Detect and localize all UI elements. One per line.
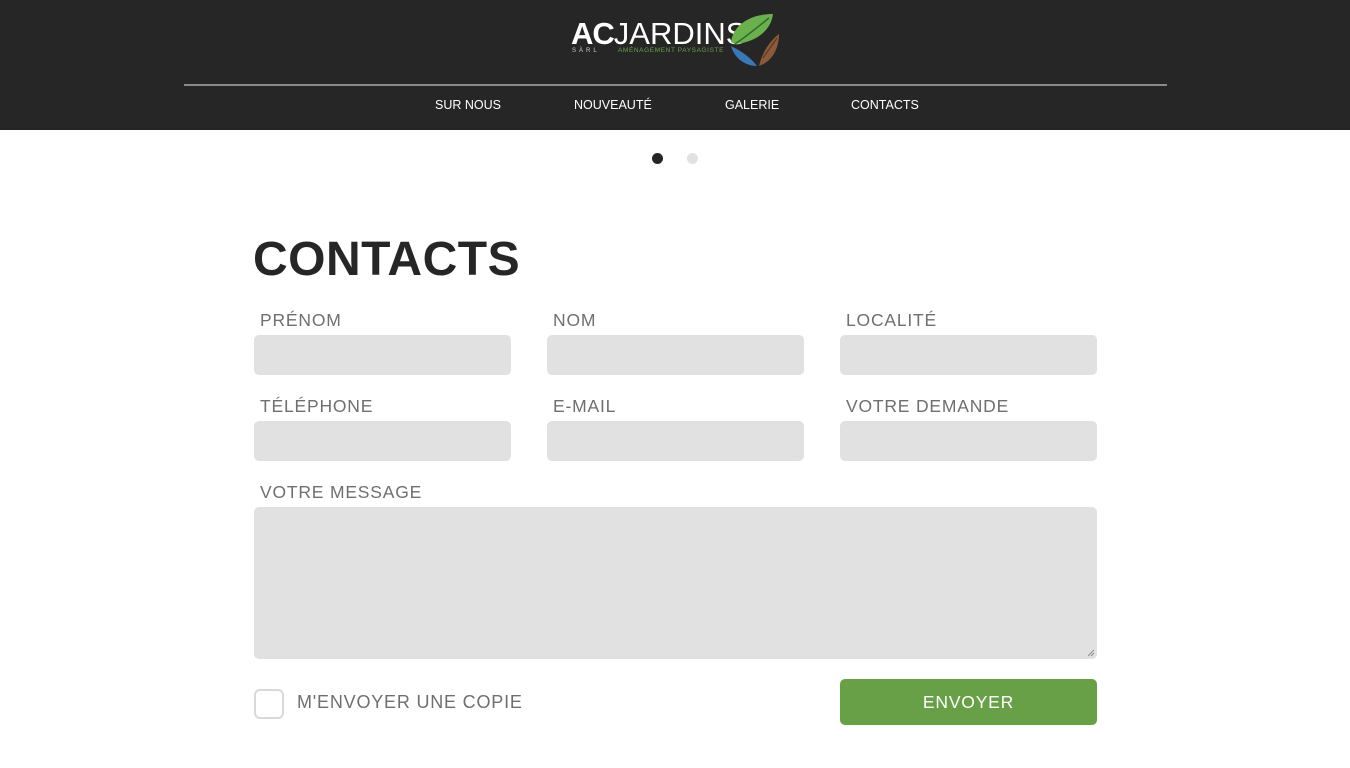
site-header: ACJARDINS SÀRL AMÉNAGEMENT PAYSAGISTE SU… — [0, 0, 1350, 130]
email-label: E-MAIL — [553, 396, 617, 416]
message-label: VOTRE MESSAGE — [260, 482, 423, 502]
logo-ac: AC — [571, 16, 615, 51]
leaf-logo-icon — [731, 14, 779, 66]
copy-checkbox[interactable] — [254, 689, 284, 719]
nav-divider — [184, 84, 1167, 86]
main-nav: SUR NOUS NOUVEAUTÉ GALERIE CONTACTS — [0, 98, 1350, 118]
logo-wordmark: ACJARDINS — [571, 18, 746, 49]
nom-label: NOM — [553, 310, 597, 330]
nav-item-contacts[interactable]: CONTACTS — [851, 98, 919, 112]
site-logo[interactable]: ACJARDINS SÀRL AMÉNAGEMENT PAYSAGISTE — [571, 12, 783, 70]
telephone-label: TÉLÉPHONE — [260, 396, 374, 416]
nav-item-galerie[interactable]: GALERIE — [725, 98, 779, 112]
demande-input[interactable] — [840, 421, 1097, 461]
slider-dot-1[interactable] — [652, 153, 663, 164]
nav-item-sur-nous[interactable]: SUR NOUS — [435, 98, 501, 112]
email-input[interactable] — [547, 421, 804, 461]
send-button[interactable]: ENVOYER — [840, 679, 1097, 725]
logo-tagline: AMÉNAGEMENT PAYSAGISTE — [618, 47, 725, 54]
logo-sarl: SÀRL — [572, 48, 600, 54]
slider-dot-2[interactable] — [687, 153, 698, 164]
prenom-label: PRÉNOM — [260, 310, 342, 330]
copy-checkbox-label[interactable]: M'ENVOYER UNE COPIE — [297, 692, 523, 713]
localite-label: LOCALITÉ — [846, 310, 938, 330]
nom-input[interactable] — [547, 335, 804, 375]
localite-input[interactable] — [840, 335, 1097, 375]
prenom-input[interactable] — [254, 335, 511, 375]
telephone-input[interactable] — [254, 421, 511, 461]
message-textarea[interactable] — [254, 507, 1097, 659]
demande-label: VOTRE DEMANDE — [846, 396, 1010, 416]
nav-item-nouveaute[interactable]: NOUVEAUTÉ — [574, 98, 652, 112]
resize-handle-icon[interactable] — [1087, 649, 1095, 657]
section-title: CONTACTS — [253, 233, 521, 286]
